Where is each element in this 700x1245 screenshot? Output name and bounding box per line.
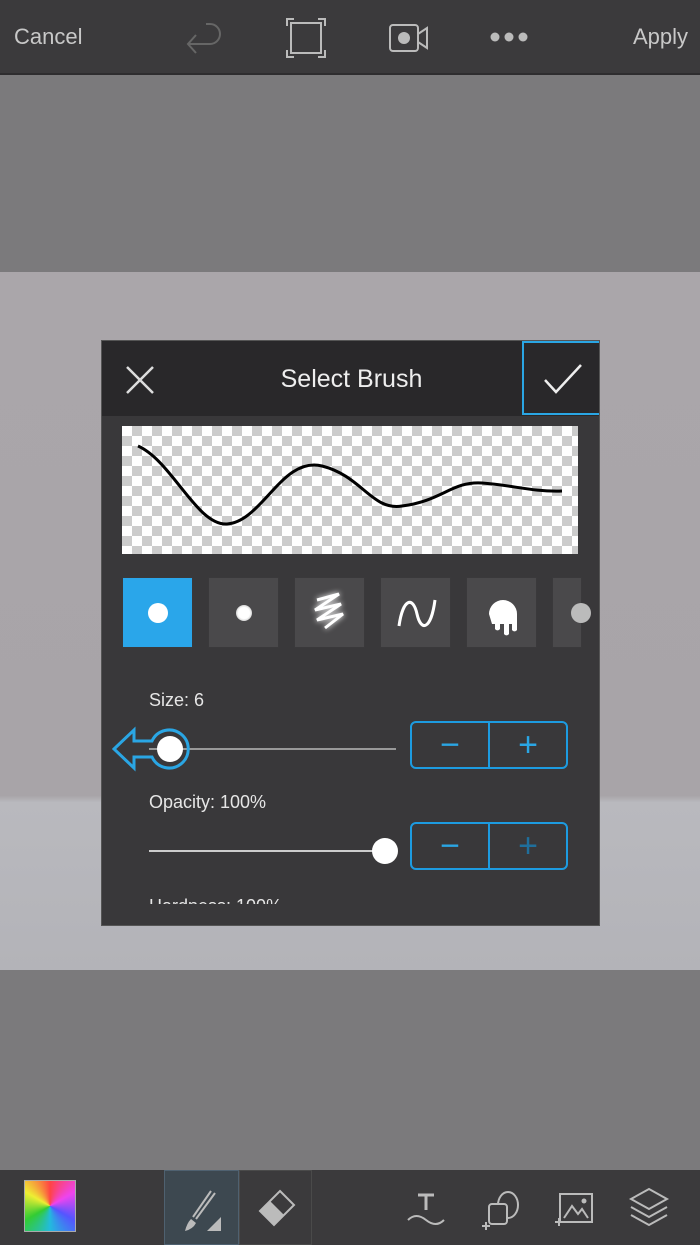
opacity-label: Opacity: 100% — [149, 792, 267, 812]
opacity-decrease-button[interactable]: − — [412, 824, 490, 868]
top-toolbar: Cancel Apply — [0, 0, 700, 75]
video-record-icon[interactable] — [388, 22, 430, 54]
brush-icon — [185, 1190, 221, 1231]
more-icon[interactable] — [489, 30, 529, 44]
hardness-clip: Hardness: 100% — [102, 894, 599, 904]
brush-tile-calligraphy[interactable] — [380, 577, 451, 648]
color-picker-icon[interactable] — [24, 1180, 76, 1232]
opacity-slider-knob[interactable] — [372, 838, 398, 864]
eraser-icon — [258, 1189, 296, 1227]
image-add-icon[interactable] — [554, 1192, 596, 1230]
brush-tile-drip[interactable] — [466, 577, 537, 648]
size-increase-button[interactable]: + — [490, 723, 566, 767]
brush-tile-round-soft[interactable] — [208, 577, 279, 648]
brush-stroke-preview — [137, 444, 563, 526]
apply-button[interactable]: Apply — [633, 24, 688, 50]
bottom-toolbar — [0, 1170, 700, 1245]
crop-frame-icon[interactable] — [286, 18, 326, 58]
brush-tool-button[interactable] — [164, 1170, 239, 1245]
opacity-slider-track[interactable] — [149, 850, 385, 852]
layers-icon[interactable] — [628, 1186, 670, 1230]
dialog-header: Select Brush — [102, 341, 599, 416]
opacity-increase-button[interactable]: + — [490, 824, 566, 868]
size-label: Size: 6 — [149, 690, 205, 710]
confirm-button[interactable] — [522, 341, 599, 415]
size-decrease-button[interactable]: − — [412, 723, 490, 767]
size-slider-knob[interactable] — [157, 736, 183, 762]
size-stepper: − + — [410, 721, 568, 769]
hardness-label: Hardness: 100% — [149, 896, 282, 904]
brush-tile-partial[interactable] — [552, 577, 591, 648]
shape-add-icon[interactable] — [480, 1190, 522, 1232]
select-brush-dialog: Select Brush Size: 6 − + Opacity: 100% −… — [101, 340, 600, 926]
opacity-stepper: − + — [410, 822, 568, 870]
cancel-button[interactable]: Cancel — [14, 24, 82, 50]
brush-tile-neon-scribble[interactable] — [294, 577, 365, 648]
brush-tile-round-hard[interactable] — [122, 577, 193, 648]
brush-preview — [122, 426, 578, 554]
undo-icon[interactable] — [184, 20, 226, 56]
checkmark-icon — [544, 364, 582, 394]
text-icon[interactable] — [406, 1192, 446, 1226]
eraser-tool-button[interactable] — [239, 1170, 312, 1245]
